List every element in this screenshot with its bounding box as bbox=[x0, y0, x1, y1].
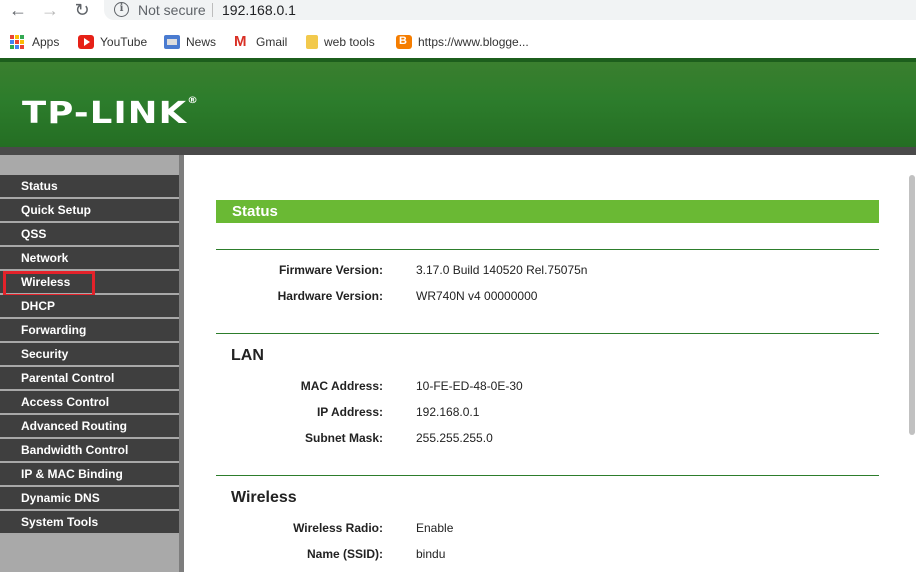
news-icon bbox=[164, 35, 180, 49]
bookmark-gmail[interactable]: M Gmail bbox=[234, 33, 287, 51]
sidebar-item-security[interactable]: Security bbox=[0, 343, 179, 367]
bookmark-label: Apps bbox=[32, 35, 60, 49]
sidebar-item-bandwidth-control[interactable]: Bandwidth Control bbox=[0, 439, 179, 463]
field-label: MAC Address: bbox=[300, 379, 383, 393]
sidebar-panel: Status Quick Setup QSS Network Wireless … bbox=[0, 155, 179, 572]
page-title: Status bbox=[216, 200, 879, 223]
wireless-section-title: Wireless bbox=[231, 489, 297, 506]
sidebar-item-ip-mac-binding[interactable]: IP & MAC Binding bbox=[0, 463, 179, 487]
scrollbar-thumb[interactable] bbox=[909, 175, 915, 435]
bookmarks-bar: Apps YouTube News M Gmail web tools http… bbox=[0, 28, 916, 54]
browser-toolbar: ← → ↻ i Not secure 192.168.0.1 bbox=[0, 0, 916, 28]
back-arrow-icon[interactable]: ← bbox=[8, 0, 28, 20]
main-content: Status Firmware Version: 3.17.0 Build 14… bbox=[184, 155, 916, 572]
address-bar[interactable]: i Not secure 192.168.0.1 bbox=[104, 0, 916, 20]
firmware-version-row: Firmware Version: 3.17.0 Build 140520 Re… bbox=[216, 263, 879, 281]
hardware-version-value: WR740N v4 00000000 bbox=[416, 289, 538, 303]
lan-section-title: LAN bbox=[231, 347, 264, 364]
bookmark-blogger[interactable]: https://www.blogge... bbox=[396, 33, 529, 51]
sidebar-item-wireless[interactable]: Wireless bbox=[0, 271, 179, 297]
bookmark-label: YouTube bbox=[100, 35, 148, 49]
sidebar-item-advanced-routing[interactable]: Advanced Routing bbox=[0, 415, 179, 439]
firmware-version-value: 3.17.0 Build 140520 Rel.75075n bbox=[416, 263, 588, 277]
bookmark-label: Gmail bbox=[256, 35, 288, 49]
field-label: Name (SSID): bbox=[306, 547, 383, 561]
sidebar-menu: Status Quick Setup QSS Network Wireless … bbox=[0, 175, 179, 535]
youtube-icon bbox=[78, 35, 94, 49]
header-divider bbox=[0, 147, 916, 155]
bookmark-label: web tools bbox=[324, 35, 375, 49]
hardware-version-row: Hardware Version: WR740N v4 00000000 bbox=[216, 289, 879, 307]
sidebar-item-qss[interactable]: QSS bbox=[0, 223, 179, 247]
reload-icon[interactable]: ↻ bbox=[72, 0, 92, 20]
bookmark-label: https://www.blogge... bbox=[418, 35, 529, 49]
bookmark-label: News bbox=[186, 35, 217, 49]
field-label: Wireless Radio: bbox=[293, 521, 383, 535]
ip-address-value: 192.168.0.1 bbox=[416, 405, 480, 419]
sidebar-item-parental-control[interactable]: Parental Control bbox=[0, 367, 179, 391]
section-divider bbox=[216, 249, 879, 250]
ssid-value: bindu bbox=[416, 547, 446, 561]
field-label: Firmware Version: bbox=[278, 263, 383, 277]
bookmark-apps[interactable]: Apps bbox=[10, 33, 59, 51]
sidebar-item-status[interactable]: Status bbox=[0, 175, 179, 199]
subnet-mask-value: 255.255.255.0 bbox=[416, 431, 493, 445]
gmail-icon: M bbox=[234, 33, 247, 50]
subnet-mask-row: Subnet Mask: 255.255.255.0 bbox=[216, 431, 879, 449]
section-divider bbox=[216, 333, 879, 334]
sidebar: Status Quick Setup QSS Network Wireless … bbox=[0, 155, 184, 572]
field-label: Subnet Mask: bbox=[304, 431, 383, 445]
folder-icon bbox=[306, 35, 318, 49]
tp-link-logo: TP-LINK® bbox=[22, 96, 200, 131]
url-text[interactable]: 192.168.0.1 bbox=[222, 2, 296, 18]
mac-address-value: 10-FE-ED-48-0E-30 bbox=[416, 379, 523, 393]
router-header: TP-LINK® bbox=[0, 58, 916, 154]
sidebar-item-network[interactable]: Network bbox=[0, 247, 179, 271]
sidebar-item-forwarding[interactable]: Forwarding bbox=[0, 319, 179, 343]
not-secure-label[interactable]: Not secure bbox=[138, 2, 206, 18]
sidebar-item-system-tools[interactable]: System Tools bbox=[0, 511, 179, 535]
sidebar-item-dynamic-dns[interactable]: Dynamic DNS bbox=[0, 487, 179, 511]
section-divider bbox=[216, 475, 879, 476]
sidebar-item-quick-setup[interactable]: Quick Setup bbox=[0, 199, 179, 223]
info-icon[interactable]: i bbox=[114, 2, 129, 17]
blogger-icon bbox=[396, 35, 412, 49]
sidebar-item-dhcp[interactable]: DHCP bbox=[0, 295, 179, 319]
field-label: Hardware Version: bbox=[277, 289, 383, 303]
sidebar-item-access-control[interactable]: Access Control bbox=[0, 391, 179, 415]
bookmark-news[interactable]: News bbox=[164, 33, 216, 51]
wireless-radio-row: Wireless Radio: Enable bbox=[216, 521, 879, 539]
apps-grid-icon bbox=[10, 35, 26, 49]
wireless-radio-value: Enable bbox=[416, 521, 454, 535]
field-label: IP Address: bbox=[316, 405, 383, 419]
forward-arrow-icon[interactable]: → bbox=[40, 0, 60, 20]
bookmark-web-tools[interactable]: web tools bbox=[306, 33, 375, 51]
bookmark-youtube[interactable]: YouTube bbox=[78, 33, 147, 51]
mac-address-row: MAC Address: 10-FE-ED-48-0E-30 bbox=[216, 379, 879, 397]
ip-address-row: IP Address: 192.168.0.1 bbox=[216, 405, 879, 423]
address-separator bbox=[212, 3, 213, 17]
ssid-row: Name (SSID): bindu bbox=[216, 547, 879, 565]
